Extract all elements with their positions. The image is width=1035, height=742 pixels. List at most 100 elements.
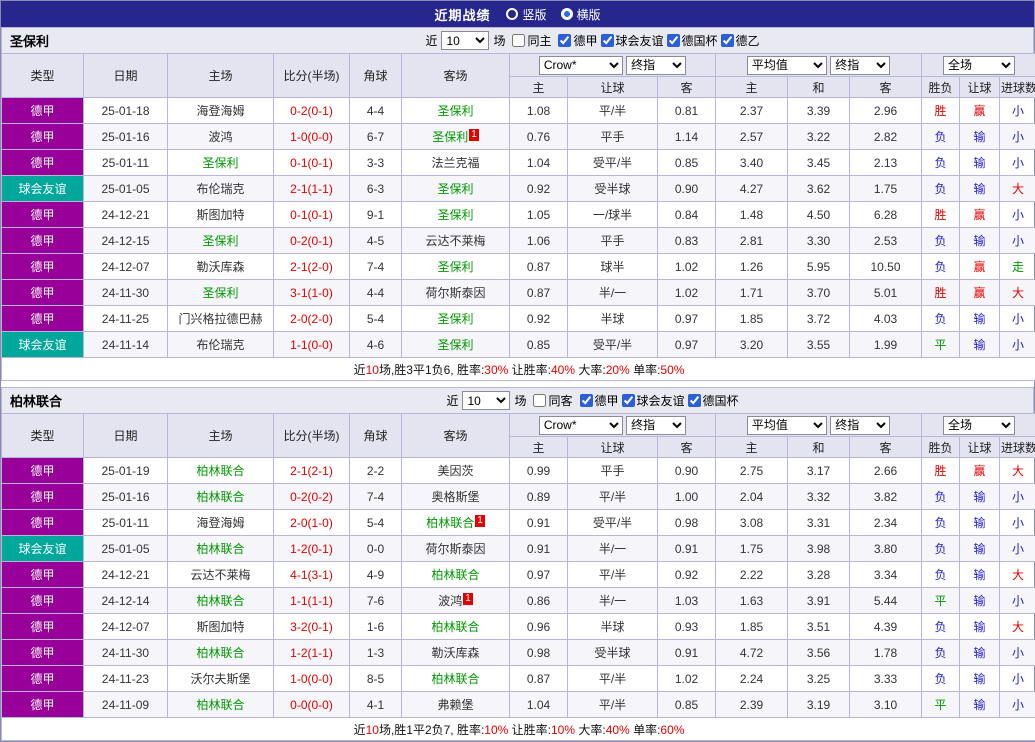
- same-venue-checkbox[interactable]: [533, 394, 546, 407]
- col-type: 类型: [2, 414, 84, 458]
- asia-away-odds-cell: 0.85: [658, 692, 716, 718]
- result-cell: 胜: [922, 202, 960, 228]
- asia-home-odds-cell: 0.96: [510, 614, 568, 640]
- league-filter[interactable]: 德国杯: [667, 32, 718, 49]
- recent-count-select[interactable]: 10: [441, 31, 489, 50]
- goals-result-cell: 大: [1000, 280, 1035, 306]
- asia-handicap-cell: 受平/半: [568, 150, 658, 176]
- league-filter[interactable]: 德乙: [721, 32, 760, 49]
- league-filter-label: 德甲: [573, 32, 597, 49]
- match-row: 德甲25-01-11海登海姆2-0(1-0)5-4柏林联合10.91受平/半0.…: [2, 510, 1035, 536]
- same-venue-filter[interactable]: 同主: [512, 32, 551, 49]
- league-checkbox[interactable]: [558, 34, 571, 47]
- horizontal-radio[interactable]: [561, 8, 573, 20]
- euro-draw-odds-cell: 3.19: [788, 692, 850, 718]
- euro-away-odds-cell: 3.33: [850, 666, 922, 692]
- recent-count-select[interactable]: 10: [462, 391, 510, 410]
- league-checkbox[interactable]: [601, 34, 614, 47]
- home-team-cell: 沃尔夫斯堡: [168, 666, 274, 692]
- league-checkbox[interactable]: [688, 394, 701, 407]
- avg-odds-select[interactable]: 平均值: [747, 416, 827, 435]
- league-filter[interactable]: 球会友谊: [601, 32, 664, 49]
- asia-handicap-cell: 受平/半: [568, 510, 658, 536]
- euro-home-odds-cell: 1.85: [716, 614, 788, 640]
- league-checkbox[interactable]: [622, 394, 635, 407]
- handicap-result-cell: 输: [960, 176, 1000, 202]
- league-filter[interactable]: 德甲: [580, 392, 619, 409]
- home-team-cell: 圣保利: [168, 280, 274, 306]
- col-home: 主场: [168, 54, 274, 98]
- asia-odds-header: Crow* 终指: [510, 414, 716, 437]
- euro-draw-odds-cell: 3.51: [788, 614, 850, 640]
- home-team-cell: 圣保利: [168, 150, 274, 176]
- results-table: 类型 日期 主场 比分(半场) 角球 客场 Crow* 终指 平均值 终指: [1, 413, 1035, 741]
- euro-home-odds-cell: 1.63: [716, 588, 788, 614]
- score-cell: 3-1(1-0): [274, 280, 350, 306]
- league-filter[interactable]: 德甲: [558, 32, 597, 49]
- match-row: 德甲25-01-11圣保利0-1(0-1)3-3法兰克福1.04受平/半0.85…: [2, 150, 1035, 176]
- odds-time-select[interactable]: 终指: [626, 56, 686, 75]
- league-checkbox[interactable]: [580, 394, 593, 407]
- layout-option-horizontal[interactable]: 横版: [561, 6, 601, 23]
- result-cell: 平: [922, 692, 960, 718]
- result-cell: 平: [922, 588, 960, 614]
- summary-segment: 单率:: [630, 723, 661, 737]
- score-cell: 1-2(1-1): [274, 640, 350, 666]
- date-cell: 24-12-14: [84, 588, 168, 614]
- summary-segment: 10%: [551, 723, 575, 737]
- away-team-cell: 云达不莱梅: [402, 228, 510, 254]
- summary-segment: 30%: [484, 363, 508, 377]
- euro-draw-odds-cell: 3.72: [788, 306, 850, 332]
- col-handicap-result: 让球: [960, 77, 1000, 98]
- summary-segment: 让胜率:: [508, 363, 551, 377]
- odds-source-select[interactable]: Crow*: [539, 416, 623, 435]
- asia-odds-header: Crow* 终指: [510, 54, 716, 77]
- league-checkbox[interactable]: [721, 34, 734, 47]
- col-away: 客场: [402, 414, 510, 458]
- goals-result-cell: 小: [1000, 692, 1035, 718]
- date-cell: 24-12-21: [84, 562, 168, 588]
- asia-home-odds-cell: 0.87: [510, 280, 568, 306]
- odds-time-select[interactable]: 终指: [626, 416, 686, 435]
- match-row: 德甲24-12-21斯图加特0-1(0-1)9-1圣保利1.05一/球半0.84…: [2, 202, 1035, 228]
- result-cell: 负: [922, 228, 960, 254]
- euro-away-odds-cell: 2.96: [850, 98, 922, 124]
- score-cell: 2-1(1-1): [274, 176, 350, 202]
- summary-segment: 10%: [484, 723, 508, 737]
- col-score: 比分(半场): [274, 414, 350, 458]
- match-row: 德甲25-01-16波鸿1-0(0-0)6-7圣保利10.76平手1.142.5…: [2, 124, 1035, 150]
- asia-away-odds-cell: 0.98: [658, 510, 716, 536]
- away-team-cell: 圣保利: [402, 332, 510, 358]
- score-cell: 0-0(0-0): [274, 692, 350, 718]
- goals-result-cell: 小: [1000, 306, 1035, 332]
- layout-option-vertical[interactable]: 竖版: [506, 6, 546, 23]
- avg-odds-select[interactable]: 平均值: [747, 56, 827, 75]
- col-score: 比分(半场): [274, 54, 350, 98]
- avg-time-select[interactable]: 终指: [830, 416, 890, 435]
- asia-home-odds-cell: 0.86: [510, 588, 568, 614]
- odds-source-select[interactable]: Crow*: [539, 56, 623, 75]
- euro-home-odds-cell: 1.26: [716, 254, 788, 280]
- scope-select[interactable]: 全场: [943, 416, 1015, 435]
- asia-home-odds-cell: 0.91: [510, 536, 568, 562]
- euro-draw-odds-cell: 3.17: [788, 458, 850, 484]
- home-team-cell: 柏林联合: [168, 458, 274, 484]
- vertical-radio[interactable]: [506, 8, 518, 20]
- league-filter-label: 德乙: [736, 32, 760, 49]
- league-filter[interactable]: 球会友谊: [622, 392, 685, 409]
- handicap-result-cell: 输: [960, 692, 1000, 718]
- league-filter[interactable]: 德国杯: [688, 392, 739, 409]
- same-venue-filter[interactable]: 同客: [533, 392, 572, 409]
- red-card-indicator: 1: [463, 593, 473, 605]
- euro-draw-odds-cell: 3.30: [788, 228, 850, 254]
- same-venue-checkbox[interactable]: [512, 34, 525, 47]
- league-checkbox[interactable]: [667, 34, 680, 47]
- avg-time-select[interactable]: 终指: [830, 56, 890, 75]
- scope-select[interactable]: 全场: [943, 56, 1015, 75]
- col-euro-away: 客: [850, 77, 922, 98]
- filter-bar: 近 10 场 同主 德甲球会友谊德国杯德乙: [160, 31, 1025, 50]
- euro-away-odds-cell: 3.10: [850, 692, 922, 718]
- score-cell: 0-2(0-2): [274, 484, 350, 510]
- result-cell: 平: [922, 332, 960, 358]
- asia-home-odds-cell: 0.87: [510, 666, 568, 692]
